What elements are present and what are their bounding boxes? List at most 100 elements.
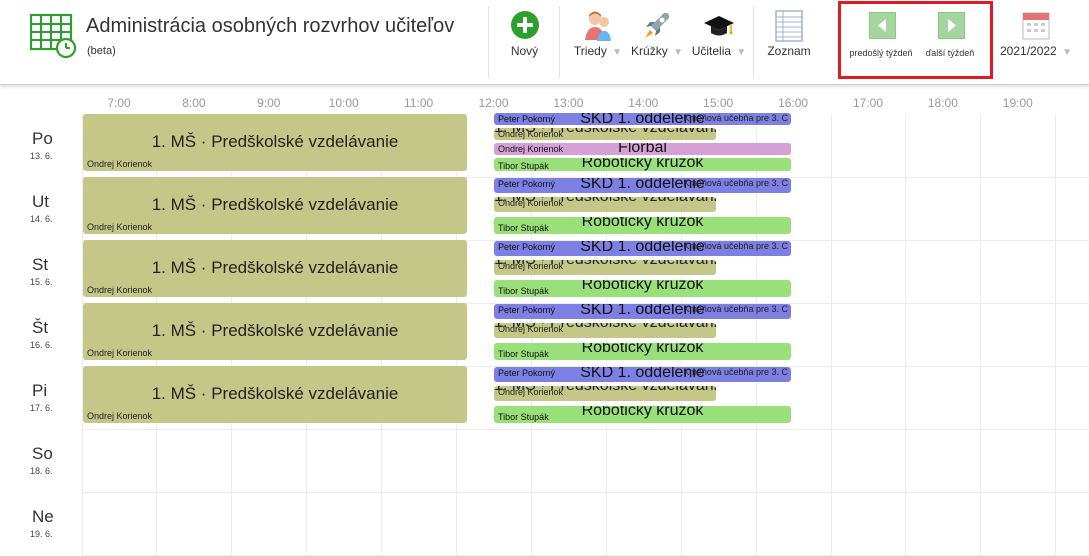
hour-label: 18:00 xyxy=(927,96,958,110)
list-icon xyxy=(774,10,804,45)
teachers-label: Učitelia xyxy=(691,44,732,58)
rocket-icon xyxy=(642,10,672,45)
event-teacher: Ondrej Korienok xyxy=(498,261,564,271)
event-ms-afternoon[interactable]: 1. MŠ · Predškolské vzdelávanieOndrej Ko… xyxy=(494,386,716,401)
day-date: 19. 6. xyxy=(30,529,53,539)
day-date: 16. 6. xyxy=(30,340,53,350)
event-ms-afternoon[interactable]: 1. MŠ · Predškolské vzdelávanieOndrej Ko… xyxy=(494,260,716,275)
chevron-down-icon: ▼ xyxy=(673,47,683,58)
school-year-value: 2021/2022 xyxy=(1000,44,1057,58)
new-button-label: Nový xyxy=(510,44,539,58)
chevron-down-icon: ▼ xyxy=(1062,47,1072,58)
event-teacher: Tibor Stupák xyxy=(498,349,549,359)
toolbar: Administrácia osobných rozvrhov učiteľov… xyxy=(0,0,1089,85)
event-skd[interactable]: SKD 1. oddelenie Kmeňová učebňa pre 3. CP… xyxy=(494,113,791,125)
hour-label: 8:00 xyxy=(182,96,206,110)
event-title: 1. MŠ · Predškolské vzdelávanie xyxy=(151,384,399,403)
page-title: Administrácia osobných rozvrhov učiteľov xyxy=(86,15,455,37)
classes-dropdown[interactable]: Triedy ▼ xyxy=(568,8,628,74)
teachers-dropdown[interactable]: Učitelia ▼ xyxy=(688,8,750,74)
day-name: Po xyxy=(32,129,53,148)
new-button[interactable]: Nový xyxy=(497,8,552,74)
chevron-down-icon: ▼ xyxy=(612,47,623,58)
classes-label: Triedy xyxy=(573,44,607,58)
arrow-right-icon xyxy=(948,19,956,32)
event-ms[interactable]: 1. MŠ · Predškolské vzdelávanie Ondrej Ko… xyxy=(83,177,467,234)
day-name: St xyxy=(32,255,49,274)
event-title: 1. MŠ · Predškolské vzdelávanie xyxy=(151,321,399,340)
next-week-label: ďalší týždeň xyxy=(925,48,975,58)
event-robotics[interactable]: Robotický krúžok Tibor Stupák xyxy=(494,280,791,297)
event-robotics[interactable]: Robotický krúžok Tibor Stupák xyxy=(494,343,791,360)
event-robotics[interactable]: Robotický krúžok Tibor Stupák xyxy=(494,158,791,171)
event-ms-afternoon[interactable]: 1. MŠ · Predškolské vzdelávanieOndrej Ko… xyxy=(494,197,716,212)
event-robotics[interactable]: Robotický krúžok Tibor Stupák xyxy=(494,406,791,423)
hour-label: 16:00 xyxy=(778,96,809,110)
event-title: 1. MŠ · Predškolské vzdelávanie xyxy=(151,258,399,277)
event-skd[interactable]: SKD 1. oddelenie Kmeňová učebňa pre 3. CP… xyxy=(494,178,791,193)
event-robotics[interactable]: Robotický krúžok Tibor Stupák xyxy=(494,217,791,234)
event-skd[interactable]: SKD 1. oddelenie Kmeňová učebňa pre 3. CP… xyxy=(494,241,791,256)
hour-label: 12:00 xyxy=(478,96,509,110)
event-teacher: Ondrej Korienok xyxy=(498,144,564,154)
chevron-down-icon: ▼ xyxy=(736,47,747,58)
graduation-cap-icon xyxy=(703,10,735,45)
list-label: Zoznam xyxy=(767,44,811,58)
event-teacher: Peter Pokorný xyxy=(498,114,556,124)
event-ms[interactable]: 1. MŠ · Predškolské vzdelávanie Ondrej Ko… xyxy=(83,114,467,171)
hour-label: 14:00 xyxy=(628,96,659,110)
day-name: Ne xyxy=(32,507,54,526)
day-date: 13. 6. xyxy=(30,151,53,161)
event-teacher: Tibor Stupák xyxy=(498,161,549,171)
clubs-dropdown[interactable]: Krúžky ▼ xyxy=(627,8,687,74)
divider xyxy=(753,6,754,78)
day-date: 14. 6. xyxy=(30,214,53,224)
grid-line xyxy=(82,492,1089,493)
event-teacher: Ondrej Korienok xyxy=(498,129,564,139)
event-teacher: Tibor Stupák xyxy=(498,412,549,422)
event-teacher: Ondrej Korienok xyxy=(87,222,153,232)
event-title: 1. MŠ · Predškolské vzdelávanie xyxy=(151,132,399,151)
event-teacher: Peter Pokorný xyxy=(498,305,556,315)
school-year-dropdown[interactable]: 2021/2022 ▼ xyxy=(996,8,1076,74)
event-teacher: Ondrej Korienok xyxy=(87,411,153,421)
hour-label: 19:00 xyxy=(1002,96,1033,110)
event-room: Kmeňová učebňa pre 3. C xyxy=(683,241,788,251)
event-teacher: Peter Pokorný xyxy=(498,179,556,189)
event-room: Kmeňová učebňa pre 3. C xyxy=(683,367,788,377)
event-teacher: Ondrej Korienok xyxy=(498,198,564,208)
event-ms[interactable]: 1. MŠ · Predškolské vzdelávanie Ondrej Ko… xyxy=(83,366,467,423)
event-teacher: Ondrej Korienok xyxy=(87,348,153,358)
event-teacher: Tibor Stupák xyxy=(498,286,549,296)
timetable-grid: 7:00 8:00 9:00 10:00 11:00 12:00 13:00 14:00 15:… xyxy=(0,86,1089,556)
event-teacher: Peter Pokorný xyxy=(498,368,556,378)
page-subtitle: (beta) xyxy=(87,45,116,57)
event-skd[interactable]: SKD 1. oddelenie Kmeňová učebňa pre 3. CP… xyxy=(494,367,791,382)
grid-line xyxy=(82,429,1089,430)
grid-line xyxy=(980,114,981,556)
event-florbal[interactable]: Florbal Ondrej Korienok xyxy=(494,143,791,155)
next-week-button[interactable]: ďalší týždeň xyxy=(920,10,980,72)
hour-label: 9:00 xyxy=(257,96,281,110)
event-teacher: Ondrej Korienok xyxy=(87,285,153,295)
event-room: Kmeňová učebňa pre 3. C xyxy=(683,113,788,123)
event-ms-afternoon[interactable]: 1. MŠ · Predškolské vzdelávanieOndrej Ko… xyxy=(494,128,716,140)
prev-week-label: predošlý týždeň xyxy=(849,48,913,58)
event-room: Kmeňová učebňa pre 3. C xyxy=(683,304,788,314)
event-ms[interactable]: 1. MŠ · Predškolské vzdelávanie Ondrej Ko… xyxy=(83,240,467,297)
hour-label: 11:00 xyxy=(404,96,434,110)
day-name: So xyxy=(32,444,53,463)
event-title: 1. MŠ · Predškolské vzdelávanie xyxy=(151,195,399,214)
hour-label: 17:00 xyxy=(852,96,884,110)
event-teacher: Ondrej Korienok xyxy=(87,159,153,169)
divider xyxy=(559,6,560,78)
event-ms[interactable]: 1. MŠ · Predškolské vzdelávanie Ondrej Ko… xyxy=(83,303,467,360)
event-ms-afternoon[interactable]: 1. MŠ · Predškolské vzdelávanieOndrej Ko… xyxy=(494,323,716,338)
event-teacher: Peter Pokorný xyxy=(498,242,556,252)
event-skd[interactable]: SKD 1. oddelenie Kmeňová učebňa pre 3. CP… xyxy=(494,304,791,319)
day-date: 17. 6. xyxy=(30,403,53,413)
grid-line xyxy=(1055,114,1056,556)
day-name: Pi xyxy=(32,381,48,400)
list-button[interactable]: Zoznam xyxy=(760,8,818,74)
prev-week-button[interactable]: predošlý týždeň xyxy=(849,10,913,72)
